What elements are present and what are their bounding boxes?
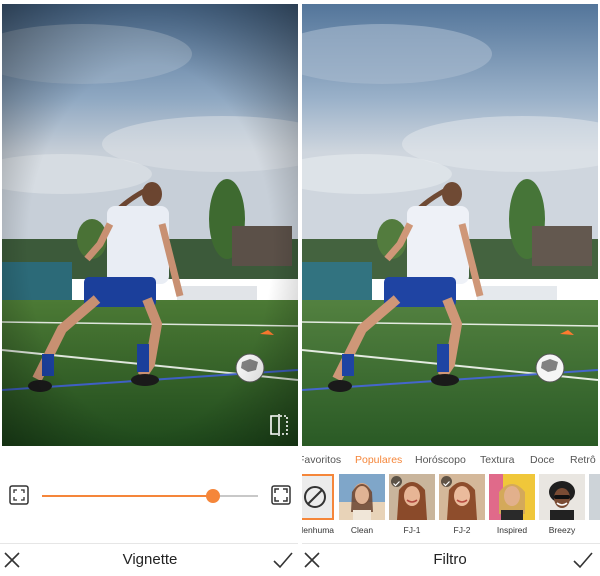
filter-label: Inspired	[496, 525, 528, 535]
tab-favoritos[interactable]: Favoritos	[300, 454, 341, 466]
favorite-check-icon	[391, 476, 402, 487]
filter-inspired[interactable]: Inspired	[489, 474, 535, 535]
filter-category-tabs: Favoritos Populares Horóscopo Textura Do…	[300, 454, 600, 470]
no-filter-icon	[304, 486, 326, 508]
apply-check-icon[interactable]	[572, 550, 594, 570]
vignette-slider-fill	[42, 495, 213, 497]
compare-icon[interactable]	[266, 412, 292, 438]
filter-next-partial[interactable]	[589, 474, 600, 520]
filter-label: Breezy	[548, 525, 576, 535]
filter-breezy[interactable]: Breezy	[539, 474, 585, 535]
tool-title: Vignette	[122, 551, 178, 568]
tab-populares[interactable]: Populares	[355, 454, 402, 466]
filter-label: FJ-1	[403, 525, 421, 535]
vignette-panel: Vignette	[0, 0, 300, 576]
filter-panel: Favoritos Populares Horóscopo Textura Do…	[300, 0, 600, 576]
filter-thumb-clean	[339, 474, 385, 520]
filter-label: FJ-2	[453, 525, 471, 535]
filter-fj-1[interactable]: FJ-1	[389, 474, 435, 535]
tab-retro[interactable]: Retrô	[570, 454, 596, 466]
filter-clean[interactable]: Clean	[339, 474, 385, 535]
filter-thumb-inspired	[489, 474, 535, 520]
favorite-check-icon	[441, 476, 452, 487]
filter-nenhuma[interactable]: Nenhuma	[300, 474, 334, 535]
filter-bottom-bar: Filtro	[300, 543, 600, 576]
filter-label: Clean	[350, 525, 374, 535]
filter-thumb-fj-2	[439, 474, 485, 520]
edited-photo-vignette	[2, 4, 298, 446]
tab-doce[interactable]: Doce	[530, 454, 555, 466]
vignette-bottom-bar: Vignette	[0, 543, 300, 576]
filter-thumb-breezy	[539, 474, 585, 520]
vignette-slider-row	[0, 480, 300, 512]
tab-horoscopo[interactable]: Horóscopo	[415, 454, 466, 466]
tool-title: Filtro	[433, 551, 467, 568]
tab-textura[interactable]: Textura	[480, 454, 514, 466]
vignette-slider-thumb[interactable]	[205, 489, 220, 503]
vignette-min-icon	[8, 484, 30, 506]
apply-check-icon[interactable]	[272, 550, 294, 570]
filter-thumb-fj-1	[389, 474, 435, 520]
vignette-slider[interactable]	[42, 489, 258, 503]
vignette-max-icon	[270, 484, 292, 506]
filter-thumbnails: Nenhuma Clean FJ-1 FJ-2 Inspired Breezy	[300, 474, 600, 536]
edited-photo-filter	[302, 4, 598, 446]
panel-divider	[298, 0, 302, 576]
filter-fj-2[interactable]: FJ-2	[439, 474, 485, 535]
filter-label: Nenhuma	[300, 525, 334, 535]
